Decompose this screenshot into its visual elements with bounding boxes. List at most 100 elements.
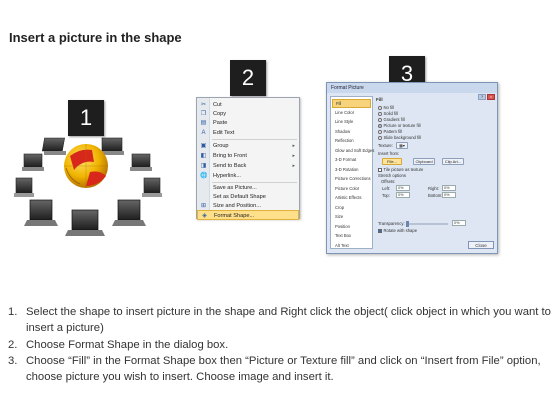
top-offset-label: Top:	[382, 193, 390, 198]
nav-shadow[interactable]: Shadow	[332, 128, 371, 137]
rotate-checkbox[interactable]: Rotate with shape	[378, 228, 417, 233]
instruction-item: 3. Choose “Fill” in the Format Shape box …	[8, 353, 558, 386]
insert-clipart-button[interactable]: Clip Art...	[442, 158, 464, 165]
nav-picture-color[interactable]: Picture Color	[332, 185, 371, 194]
format-picture-dialog: Format Picture ? × Fill Line Color Line S…	[326, 82, 498, 254]
copy-icon: ❐	[200, 111, 207, 117]
step-2-number: 2	[241, 65, 255, 90]
menu-item-label: Hyperlink...	[213, 173, 241, 179]
radio-gradient-fill[interactable]: Gradient fill	[378, 117, 405, 122]
menu-item-label: Group	[213, 143, 229, 149]
laptop-icon	[24, 199, 58, 226]
radio-no-fill[interactable]: No fill	[378, 105, 394, 110]
edit-text-icon: A	[201, 130, 206, 136]
left-offset-label: Left:	[382, 186, 391, 191]
radio-picture-fill[interactable]: Picture or texture fill	[378, 123, 421, 128]
transparency-slider[interactable]	[406, 223, 448, 225]
nav-size[interactable]: Size	[332, 213, 371, 222]
group-icon: ▣	[200, 143, 207, 149]
menu-item-hyperlink[interactable]: 🌐 Hyperlink...	[197, 171, 299, 181]
radio-pattern-fill[interactable]: Pattern fill	[378, 129, 402, 134]
nav-3d-format[interactable]: 3-D Format	[332, 156, 371, 165]
nav-line-style[interactable]: Line Style	[332, 118, 371, 127]
instruction-number: 2.	[8, 338, 18, 351]
laptop-icon	[142, 177, 162, 197]
slider-thumb[interactable]	[406, 221, 409, 227]
transparency-label: Transparency:	[378, 221, 405, 226]
right-offset-label: Right:	[428, 186, 439, 191]
submenu-arrow-icon: ▸	[292, 143, 295, 149]
nav-text-box[interactable]: Text Box	[332, 232, 371, 241]
radio-label: Slide background fill	[383, 135, 421, 140]
nav-artistic-effects[interactable]: Artistic Effects	[332, 194, 371, 203]
insert-file-button[interactable]: File...	[382, 158, 402, 165]
checkbox-label: Rotate with shape	[383, 228, 418, 233]
instruction-number: 1.	[8, 306, 18, 318]
dialog-nav: Fill Line Color Line Style Shadow Reflec…	[330, 96, 374, 251]
texture-picker[interactable]: ▦▾	[396, 142, 408, 149]
laptop-icon	[101, 137, 124, 155]
radio-label: Picture or texture fill	[383, 123, 421, 128]
top-offset-input[interactable]: 0%	[396, 192, 410, 198]
left-offset-input[interactable]: 0%	[396, 185, 410, 191]
radio-icon	[378, 105, 382, 110]
menu-item-label: Paste	[213, 120, 228, 126]
nav-alt-text[interactable]: Alt Text	[332, 242, 371, 251]
bottom-offset-input[interactable]: 0%	[442, 192, 456, 198]
send-back-icon: ◨	[200, 163, 207, 169]
offsets-label: Offsets:	[381, 179, 396, 184]
menu-item-group[interactable]: ▣ Group ▸	[197, 141, 299, 151]
laptop-icon	[65, 209, 105, 236]
instructions-list: 1. Select the shape to insert picture in …	[8, 304, 558, 385]
nav-glow[interactable]: Glow and Soft Edges	[332, 147, 374, 156]
radio-label: Pattern fill	[383, 129, 403, 134]
laptops-globe-illustration	[14, 137, 162, 236]
radio-icon	[378, 129, 382, 134]
menu-item-bring-to-front[interactable]: ◧ Bring to Front ▸	[197, 151, 299, 161]
nav-position[interactable]: Position	[332, 223, 371, 232]
radio-label: No fill	[383, 105, 394, 110]
laptop-icon	[41, 137, 66, 155]
puzzle-globe-icon	[64, 144, 108, 188]
step-2-badge: 2	[230, 60, 266, 96]
submenu-arrow-icon: ▸	[292, 163, 295, 169]
paste-icon: ▤	[200, 120, 207, 126]
insert-from-label: Insert from:	[378, 151, 400, 156]
bottom-offset-label: Bottom:	[428, 193, 443, 198]
instruction-item: 2. Choose Format Shape in the dialog box.	[8, 337, 558, 353]
nav-fill[interactable]: Fill	[332, 99, 371, 108]
stretch-options-label: Stretch options	[378, 173, 406, 178]
menu-item-label: Format Shape...	[214, 213, 255, 219]
context-menu: ✂ Cut ❐ Copy ▤ Paste A Edit Text ▣ Group ▸ ◧ Br…	[196, 97, 300, 220]
fill-panel: Fill No fill Solid fill Gradient fill Pi…	[376, 96, 494, 236]
nav-reflection[interactable]: Reflection	[332, 137, 371, 146]
right-offset-input[interactable]: 0%	[442, 185, 456, 191]
nav-crop[interactable]: Crop	[332, 204, 371, 213]
instruction-text: Choose Format Shape in the dialog box.	[26, 338, 229, 351]
menu-item-paste[interactable]: ▤ Paste	[197, 118, 299, 128]
menu-item-edit-text[interactable]: A Edit Text	[197, 128, 299, 138]
transparency-input[interactable]: 0%	[452, 220, 466, 226]
tile-checkbox[interactable]: Tile picture as texture	[378, 167, 423, 172]
submenu-arrow-icon: ▸	[292, 153, 295, 159]
laptop-icon	[112, 199, 146, 226]
nav-line-color[interactable]: Line Color	[332, 109, 371, 118]
menu-item-send-to-back[interactable]: ◨ Send to Back ▸	[197, 161, 299, 171]
dialog-titlebar: Format Picture	[327, 83, 497, 93]
radio-selected-icon	[378, 123, 382, 128]
close-button[interactable]: Close	[468, 241, 494, 249]
checkbox-icon	[378, 167, 382, 172]
radio-solid-fill[interactable]: Solid fill	[378, 111, 398, 116]
nav-picture-corrections[interactable]: Picture Corrections	[332, 175, 371, 184]
insert-clipboard-button[interactable]: Clipboard	[413, 158, 435, 165]
menu-item-label: Edit Text	[213, 130, 235, 136]
window-controls: ? ×	[477, 85, 495, 100]
instruction-text: Choose “Fill” in the Format Shape box th…	[26, 354, 541, 384]
radio-label: Solid fill	[383, 111, 398, 116]
radio-slide-background-fill[interactable]: Slide background fill	[378, 135, 421, 140]
menu-item-format-shape[interactable]: ◈ Format Shape...	[197, 210, 299, 220]
radio-icon	[378, 117, 382, 122]
radio-label: Gradient fill	[383, 117, 405, 122]
nav-3d-rotation[interactable]: 3-D Rotation	[332, 166, 371, 175]
menu-separator	[212, 139, 297, 140]
